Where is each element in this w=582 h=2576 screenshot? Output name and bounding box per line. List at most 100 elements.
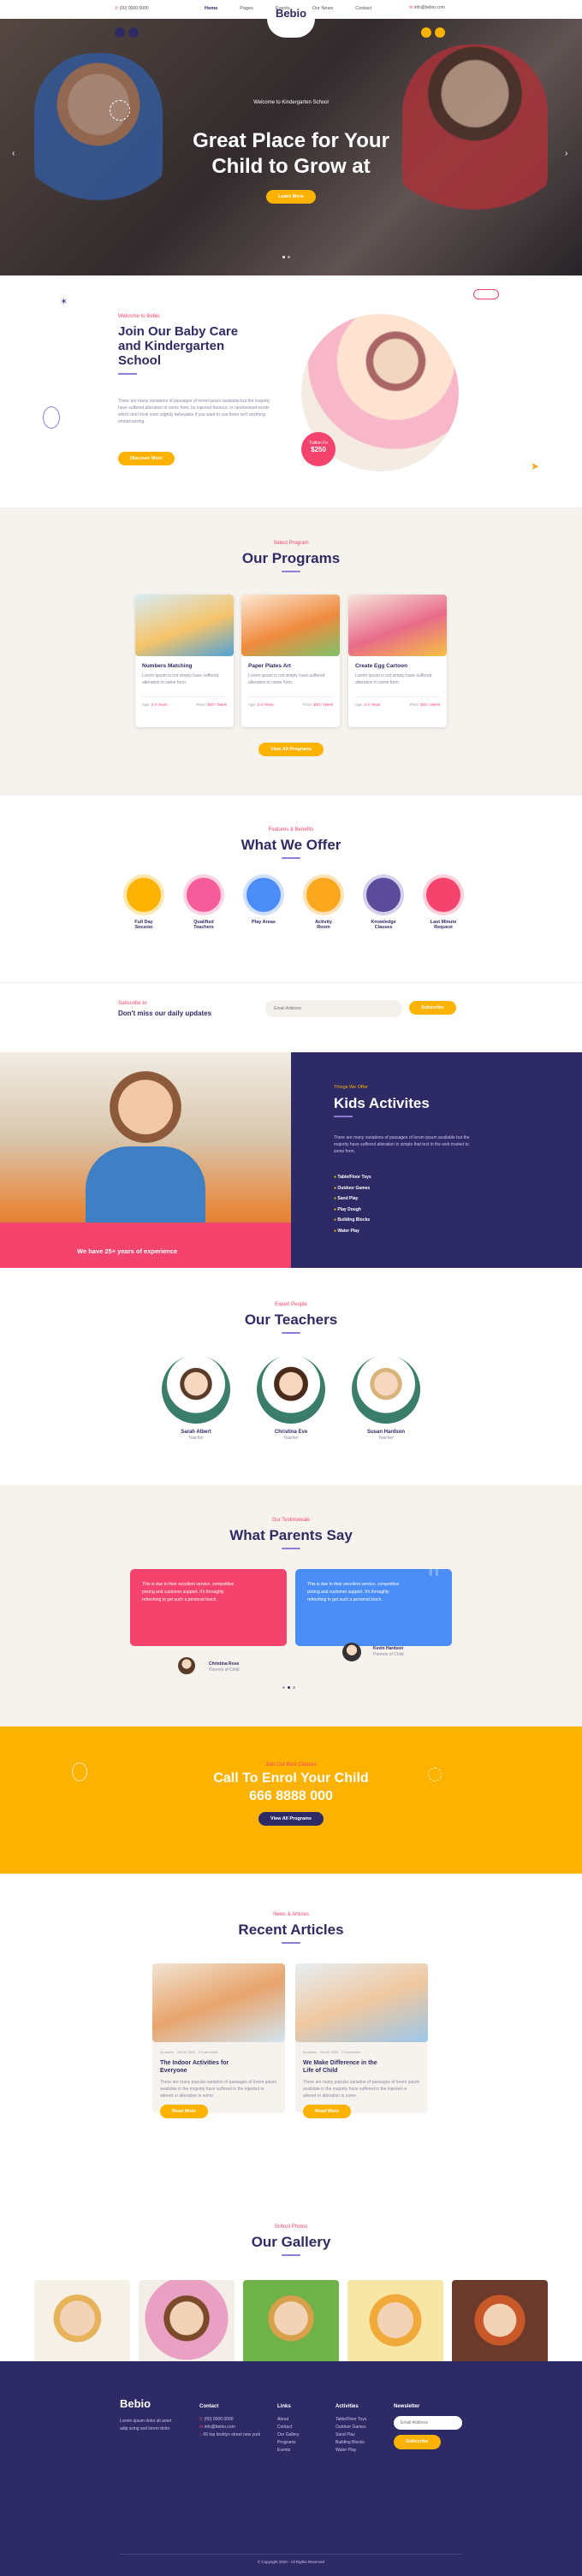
- about-underline: [118, 373, 137, 375]
- cloud-icon: [473, 289, 499, 299]
- nav-contact[interactable]: Contact: [355, 6, 371, 11]
- program-title[interactable]: Numbers Matching: [142, 663, 227, 669]
- testimonial-dots[interactable]: [282, 1685, 295, 1691]
- footer-phone[interactable]: ✆ (00) 0000 0000: [199, 2416, 268, 2424]
- testimonials-sub: Our Testimonials: [271, 1518, 311, 1523]
- teachers-sub: Expert People: [275, 1302, 307, 1307]
- kids-activity-list: ● Table/Floor Toys ● Outdoor Games ● San…: [334, 1172, 371, 1236]
- nav-news[interactable]: Our News: [312, 6, 333, 11]
- teacher-card[interactable]: Sarah Albert Teacher: [160, 1355, 232, 1442]
- experience-text: We have 25+ years of experience: [77, 1247, 178, 1255]
- enrol-button[interactable]: View All Programs: [258, 1812, 324, 1826]
- program-card[interactable]: Paper Plates Art Lorem ipsum is not simpl…: [241, 595, 340, 727]
- offer-item[interactable]: Full Day Session: [123, 878, 164, 930]
- offer-item[interactable]: Knowledge Classes: [363, 878, 404, 930]
- cart-icon[interactable]: [421, 27, 431, 38]
- read-more-button[interactable]: Read More: [160, 2105, 209, 2118]
- header-phone[interactable]: ✆ (00) 0000 0000: [115, 6, 149, 11]
- program-photo: [348, 595, 447, 656]
- article-title: The Indoor Activities for Everyone: [160, 2060, 229, 2074]
- teacher-photo: [257, 1355, 325, 1424]
- nav-pages[interactable]: Pages: [240, 6, 253, 11]
- footer-subscribe-button[interactable]: Subscribe: [394, 2435, 441, 2449]
- offer-item[interactable]: Qualified Teachers: [183, 878, 224, 930]
- tuition-badge: Tuition Fe $250: [301, 432, 336, 466]
- teachers-title: Our Teachers: [244, 1312, 338, 1328]
- gallery-sub: School Photos: [274, 2224, 308, 2230]
- enrol-title: Call To Enrol Your Child: [213, 1771, 369, 1785]
- testimonials-title: What Parents Say: [229, 1527, 353, 1543]
- article-card[interactable]: by admin Oct 02 2020 2 Comments The Indo…: [152, 1963, 285, 2118]
- slider-next-icon[interactable]: ›: [565, 149, 567, 158]
- article-photo: [152, 1963, 285, 2042]
- list-item: ● Outdoor Games: [334, 1185, 371, 1191]
- hero-subtitle: Welcome to Kindergarten School: [253, 100, 329, 105]
- list-item: ● Water Play: [334, 1228, 359, 1234]
- footer-activities: Activities Table/Floor Toys Outdoor Games…: [336, 2404, 367, 2453]
- user-icon[interactable]: [128, 27, 139, 38]
- balloon-icon: [43, 406, 60, 429]
- kids-sub: Things We Offer: [334, 1085, 368, 1090]
- menu-icon[interactable]: [435, 27, 445, 38]
- article-photo: [295, 1963, 428, 2042]
- teacher-photo: [352, 1355, 420, 1424]
- article-title: We Make Difference in the Life of Child: [303, 2060, 377, 2074]
- subscribe-sub: Subscribe to: [118, 1001, 147, 1006]
- teacher-card[interactable]: Susan Hardson Teacher: [350, 1355, 422, 1442]
- enrol-phone: 666 8888 000: [249, 1789, 333, 1803]
- footer-links: Links About Contact Our Gallery Programs Eve…: [277, 2404, 300, 2453]
- footer-logo[interactable]: Bebio: [120, 2397, 151, 2410]
- offer-title: What We Offer: [241, 837, 341, 853]
- footer-email[interactable]: ✉ info@bebio.com: [199, 2424, 268, 2431]
- footer: Bebio Lorem ipsum dolor sit amet adip sc…: [0, 2361, 582, 2576]
- offer-sub: Features & Benefits: [268, 827, 314, 832]
- programs-sub: Select Program: [273, 541, 309, 546]
- view-all-programs-button[interactable]: View All Programs: [258, 743, 324, 756]
- search-icon[interactable]: [115, 27, 125, 38]
- program-title[interactable]: Create Egg Cartoon: [355, 663, 440, 669]
- article-card[interactable]: by admin Oct 02 2020 2 Comments We Make …: [295, 1963, 428, 2118]
- enrol-sub: Join Our Best Classes: [265, 1762, 317, 1768]
- read-more-button[interactable]: Read More: [303, 2105, 352, 2118]
- articles-title: Recent Articles: [238, 1922, 344, 1938]
- quote-icon: ": [427, 1562, 440, 1600]
- hero-title: Great Place for Your Child to Grow at: [193, 129, 389, 178]
- subscribe-email-input[interactable]: [265, 1000, 402, 1017]
- hero-learn-more-button[interactable]: Learn More: [266, 190, 316, 204]
- discover-more-button[interactable]: Discover More: [118, 452, 175, 465]
- program-title[interactable]: Paper Plates Art: [248, 663, 333, 669]
- header-email[interactable]: ✉ info@bebio.com: [409, 5, 445, 10]
- teacher-photo: [162, 1355, 230, 1424]
- bell-icon: [426, 878, 460, 912]
- avatar: [178, 1657, 195, 1674]
- programs-title: Our Programs: [241, 550, 341, 566]
- teacher-icon: [187, 878, 221, 912]
- subscribe-button[interactable]: Subscribe: [409, 1001, 456, 1015]
- offer-list: Full Day Session Qualified Teachers Play A…: [123, 878, 466, 938]
- nav-home[interactable]: Home: [205, 6, 217, 11]
- testimonial-card: This is due to their excellent service, …: [130, 1569, 287, 1646]
- program-card[interactable]: Create Egg Cartoon Lorem ipsum is not sim…: [348, 595, 447, 727]
- program-photo: [241, 595, 340, 656]
- teacher-card[interactable]: Christina Eve Teacher: [255, 1355, 327, 1442]
- book-icon: [366, 878, 401, 912]
- footer-address: ⌂ 66 top broklyn street new york: [199, 2432, 261, 2437]
- program-card[interactable]: Numbers Matching Lorem ipsum is not simpl…: [135, 595, 234, 727]
- articles-sub: News & Articles: [273, 1912, 309, 1917]
- program-photo: [135, 595, 234, 656]
- about-sub: Welcome to Bebio: [118, 314, 160, 319]
- footer-about: Lorem ipsum dolor sit amet adip scing se…: [120, 2419, 172, 2431]
- star-icon: ✶: [60, 297, 68, 307]
- kids-text: There are many variations of passages of…: [334, 1135, 470, 1154]
- offer-item[interactable]: Play Areas: [243, 878, 284, 925]
- site-logo[interactable]: Bebio: [267, 7, 315, 20]
- offer-item[interactable]: Last Minute Request: [423, 878, 464, 930]
- paper-plane-icon: ➤: [531, 460, 540, 472]
- slider-prev-icon[interactable]: ‹: [12, 149, 15, 158]
- avatar: [342, 1643, 361, 1661]
- experience-banner: [0, 1223, 291, 1268]
- about-title: Join Our Baby Care and Kindergarten School: [118, 324, 239, 368]
- offer-item[interactable]: Activity Room: [303, 878, 344, 930]
- slider-dots[interactable]: [282, 255, 300, 258]
- footer-email-input[interactable]: [394, 2416, 462, 2430]
